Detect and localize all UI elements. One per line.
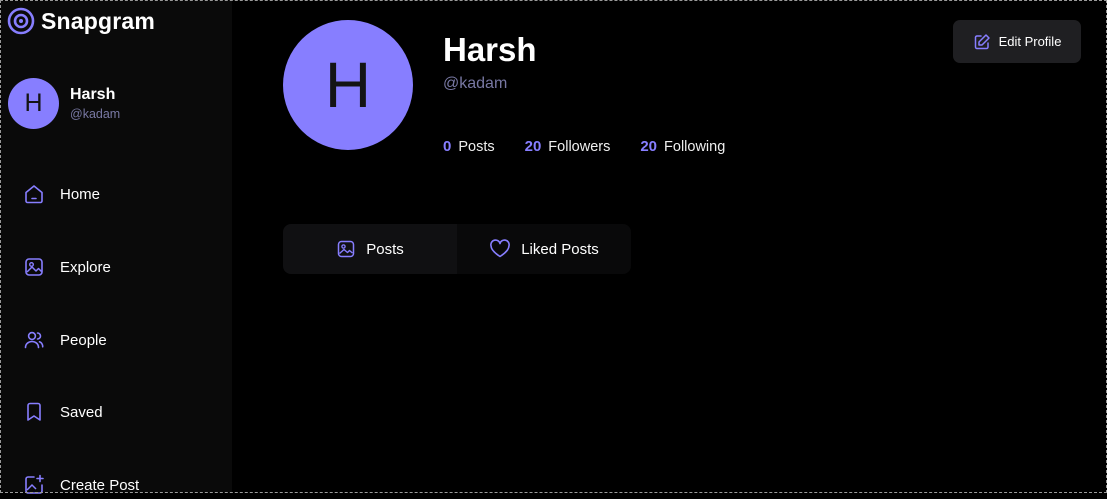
app-logo[interactable]: Snapgram (7, 7, 155, 35)
profile-handle: @kadam (443, 75, 508, 92)
sidebar-item-home[interactable]: Home (22, 180, 212, 208)
sidebar-item-people[interactable]: People (22, 326, 212, 354)
sidebar-item-label: Explore (60, 258, 111, 276)
stat-posts: 0 Posts (443, 138, 495, 155)
saved-icon (22, 400, 46, 424)
profile-avatar: H (283, 20, 413, 150)
stat-value: 20 (640, 138, 658, 155)
edit-profile-button[interactable]: Edit Profile (953, 20, 1081, 63)
edit-profile-label: Edit Profile (998, 34, 1062, 49)
profile-tabs: Posts Liked Posts (283, 224, 631, 274)
heart-icon (490, 239, 511, 258)
sidebar-item-explore[interactable]: Explore (22, 253, 212, 281)
tab-label: Posts (366, 240, 404, 258)
sidebar-item-label: Home (60, 185, 101, 203)
tab-posts[interactable]: Posts (283, 224, 457, 274)
sidebar-item-create-post[interactable]: Create Post (22, 471, 212, 499)
stat-label: Posts (458, 139, 495, 155)
stat-label: Following (664, 139, 726, 155)
stat-value: 0 (443, 138, 452, 155)
stat-value: 20 (524, 138, 542, 155)
stat-following: 20 Following (640, 138, 725, 155)
explore-icon (22, 255, 46, 279)
stat-followers: 20 Followers (525, 138, 611, 155)
tab-liked-posts[interactable]: Liked Posts (457, 224, 631, 274)
app-name: Snapgram (41, 7, 156, 34)
posts-icon (337, 240, 355, 258)
edit-icon (974, 33, 990, 49)
profile-name: Harsh (443, 31, 537, 68)
sidebar-item-label: People (60, 331, 107, 349)
tab-label: Liked Posts (521, 240, 599, 258)
avatar: H (8, 78, 59, 129)
sidebar-user-handle: @kadam (70, 106, 121, 121)
stat-label: Followers (548, 139, 611, 155)
people-icon (22, 328, 46, 352)
create-post-icon (22, 473, 46, 497)
sidebar-user-name: Harsh (70, 85, 116, 103)
home-icon (22, 182, 46, 206)
snapgram-logo-icon (7, 7, 35, 35)
sidebar-profile-card[interactable]: H Harsh @kadam (8, 78, 120, 129)
sidebar-item-label: Saved (60, 403, 103, 421)
sidebar-item-label: Create Post (60, 476, 140, 494)
profile-stats: 0 Posts 20 Followers 20 Following (443, 138, 725, 155)
left-sidebar: Snapgram H Harsh @kadam Home Explore Peo… (1, 1, 232, 494)
sidebar-item-saved[interactable]: Saved (22, 398, 212, 426)
